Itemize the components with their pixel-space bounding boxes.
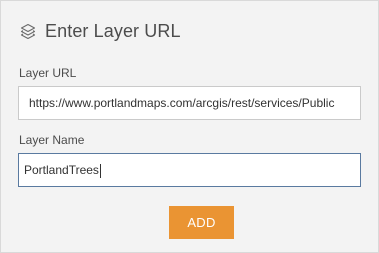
- add-layer-panel: Enter Layer URL Layer URL https://www.po…: [0, 0, 379, 253]
- panel-title: Enter Layer URL: [45, 20, 181, 41]
- layer-url-value: https://www.portlandmaps.com/arcgis/rest…: [29, 96, 335, 110]
- layer-url-label: Layer URL: [19, 66, 77, 80]
- text-cursor: [99, 163, 101, 178]
- layer-name-input[interactable]: PortlandTrees: [18, 153, 361, 187]
- layer-url-input[interactable]: https://www.portlandmaps.com/arcgis/rest…: [18, 86, 361, 120]
- layer-name-label: Layer Name: [19, 133, 85, 147]
- add-button[interactable]: ADD: [169, 206, 234, 239]
- layers-icon: [19, 22, 37, 40]
- layer-name-value: PortlandTrees: [24, 163, 99, 177]
- panel-header: Enter Layer URL: [19, 19, 181, 43]
